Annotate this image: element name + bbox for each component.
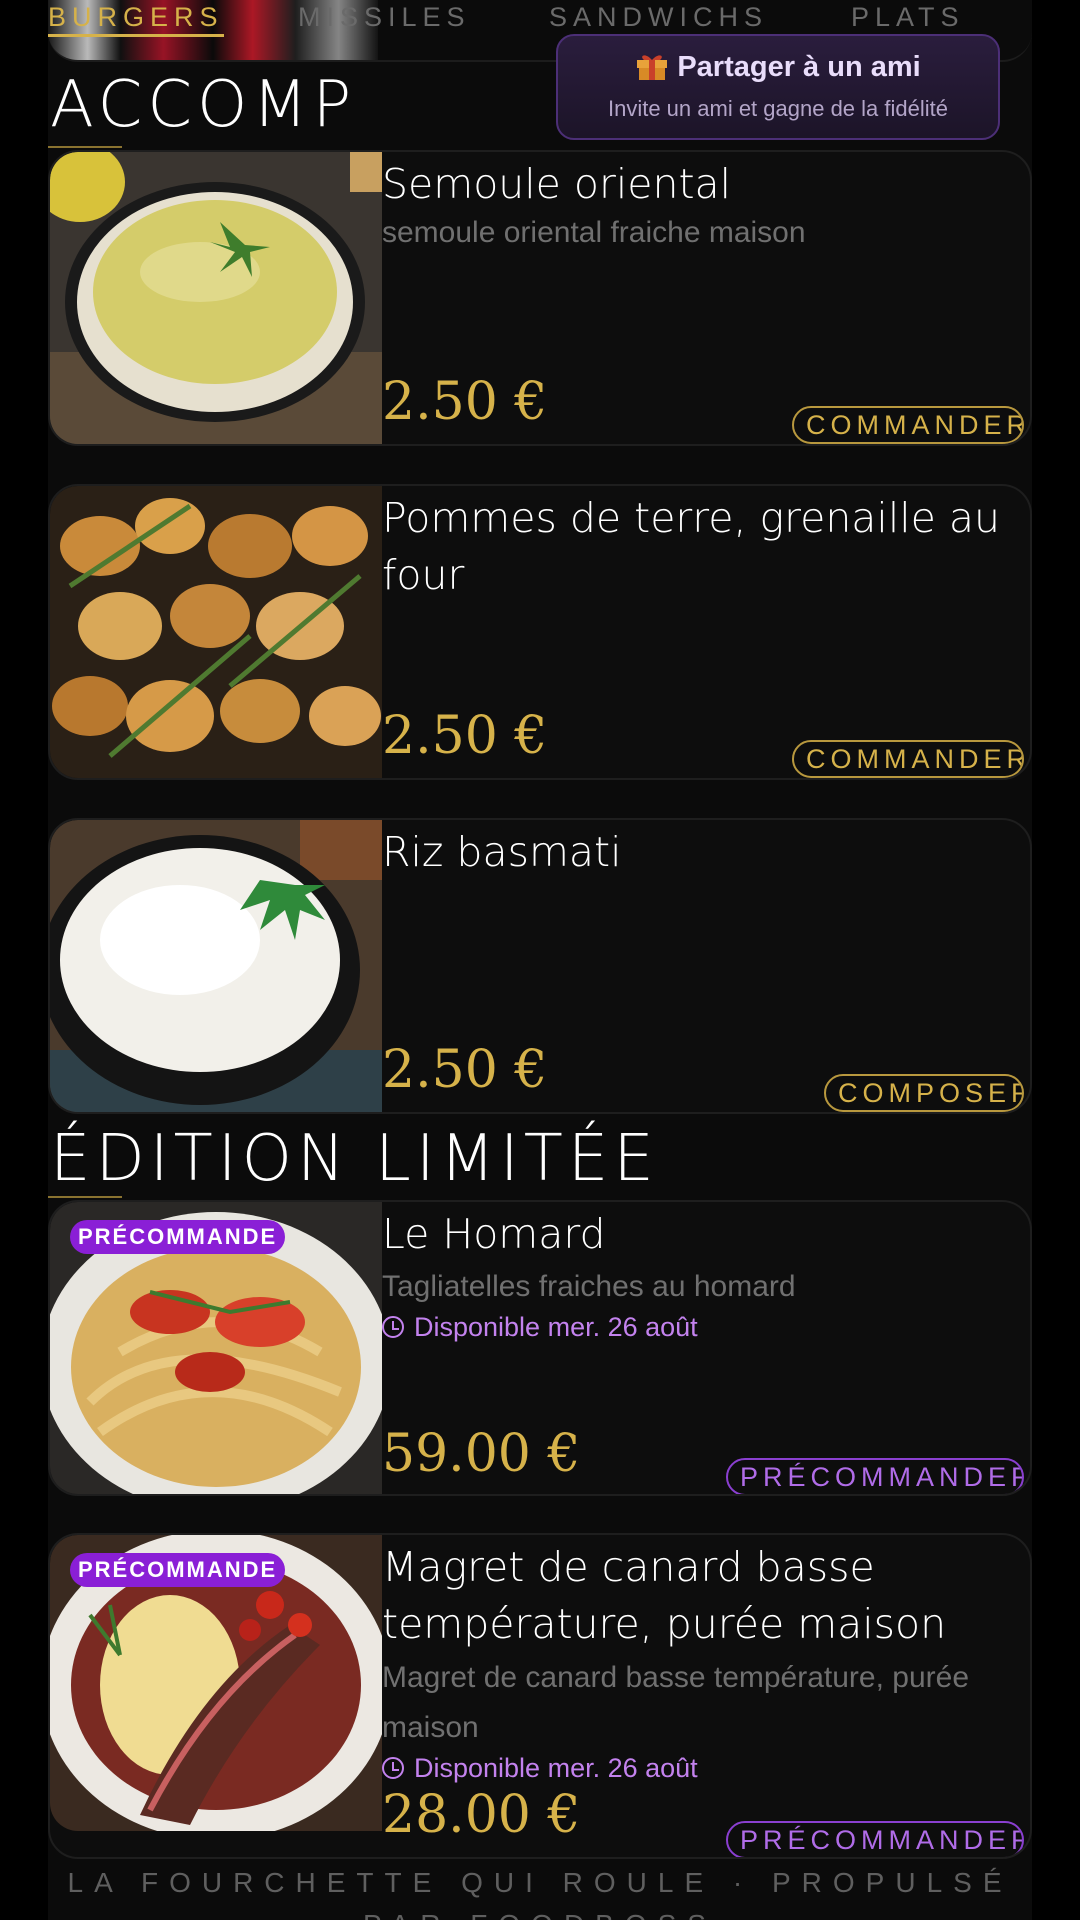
preorder-badge: PRÉCOMMANDE [70, 1220, 286, 1254]
menu-item-card[interactable]: PRÉCOMMANDE Magret de canard basse tempé… [48, 1533, 1032, 1859]
active-tab-underline [48, 34, 224, 37]
availability-text: Disponible mer. 26 août [414, 1753, 698, 1783]
preorder-button[interactable]: PRÉCOMMANDER [726, 1821, 1024, 1857]
couscous-bowl-image [50, 152, 382, 444]
clock-icon [382, 1757, 404, 1779]
availability-row: Disponible mer. 26 août [382, 1753, 698, 1784]
tab-sandwichs[interactable]: SANDWICHS [549, 2, 768, 33]
item-name: Pommes de terre, grenaille au four [382, 494, 1000, 599]
rice-bowl-image [50, 820, 382, 1112]
item-name: Magret de canard basse température, puré… [382, 1543, 947, 1648]
order-button[interactable]: COMMANDER [792, 406, 1024, 444]
tab-missiles[interactable]: MISSILES [298, 2, 471, 33]
preorder-button[interactable]: PRÉCOMMANDER [726, 1458, 1024, 1494]
tab-plats[interactable]: PLATS [851, 2, 965, 33]
menu-item-card[interactable]: Riz basmati 2.50 € COMPOSER [48, 818, 1032, 1114]
availability-text: Disponible mer. 26 août [414, 1312, 698, 1342]
item-price: 59.00 € [382, 1424, 581, 1484]
clock-icon [382, 1316, 404, 1338]
section-rule [48, 1196, 122, 1198]
menu-item-card[interactable]: Pommes de terre, grenaille au four 2.50 … [48, 484, 1032, 780]
item-name: Semoule oriental [382, 160, 732, 208]
share-title-row: Partager à un ami [558, 50, 998, 84]
menu-item-card[interactable]: PRÉCOMMANDE Le Homard Tagliatelles fraic… [48, 1200, 1032, 1496]
order-button[interactable]: COMMANDER [792, 740, 1024, 778]
item-price: 2.50 € [382, 372, 548, 432]
preorder-badge: PRÉCOMMANDE [70, 1553, 286, 1587]
item-name: Riz basmati [382, 828, 622, 876]
item-description: Tagliatelles fraiches au homard [382, 1270, 796, 1303]
item-description: Magret de canard basse température, puré… [382, 1661, 970, 1744]
gift-icon [635, 50, 669, 80]
share-title: Partager à un ami [677, 51, 921, 83]
roasted-potatoes-image [50, 486, 382, 778]
item-name: Le Homard [382, 1210, 606, 1258]
compose-button[interactable]: COMPOSER [824, 1074, 1024, 1112]
section-rule [48, 146, 122, 148]
tab-burgers[interactable]: BURGERS [48, 2, 224, 33]
share-subtitle: Invite un ami et gagne de la fidélité [607, 96, 948, 121]
availability-row: Disponible mer. 26 août [382, 1312, 698, 1343]
item-price: 2.50 € [382, 1040, 548, 1100]
item-price: 28.00 € [382, 1785, 581, 1845]
section-title-accomp: ACCOMP [50, 68, 357, 142]
item-description: semoule oriental fraiche maison [382, 216, 806, 249]
menu-screen: BURGERS MISSILES SANDWICHS PLATS ACCOMP … [0, 0, 1080, 1920]
menu-item-card[interactable]: Semoule oriental semoule oriental fraich… [48, 150, 1032, 446]
share-banner[interactable]: Partager à un ami Invite un ami et gagne… [556, 34, 1000, 140]
footer-credits: LA FOURCHETTE QUI ROULE · PROPULSÉ PAR F… [67, 1867, 1013, 1920]
item-price: 2.50 € [382, 706, 548, 766]
section-title-edition-limitee: ÉDITION LIMITÉE [50, 1122, 659, 1196]
